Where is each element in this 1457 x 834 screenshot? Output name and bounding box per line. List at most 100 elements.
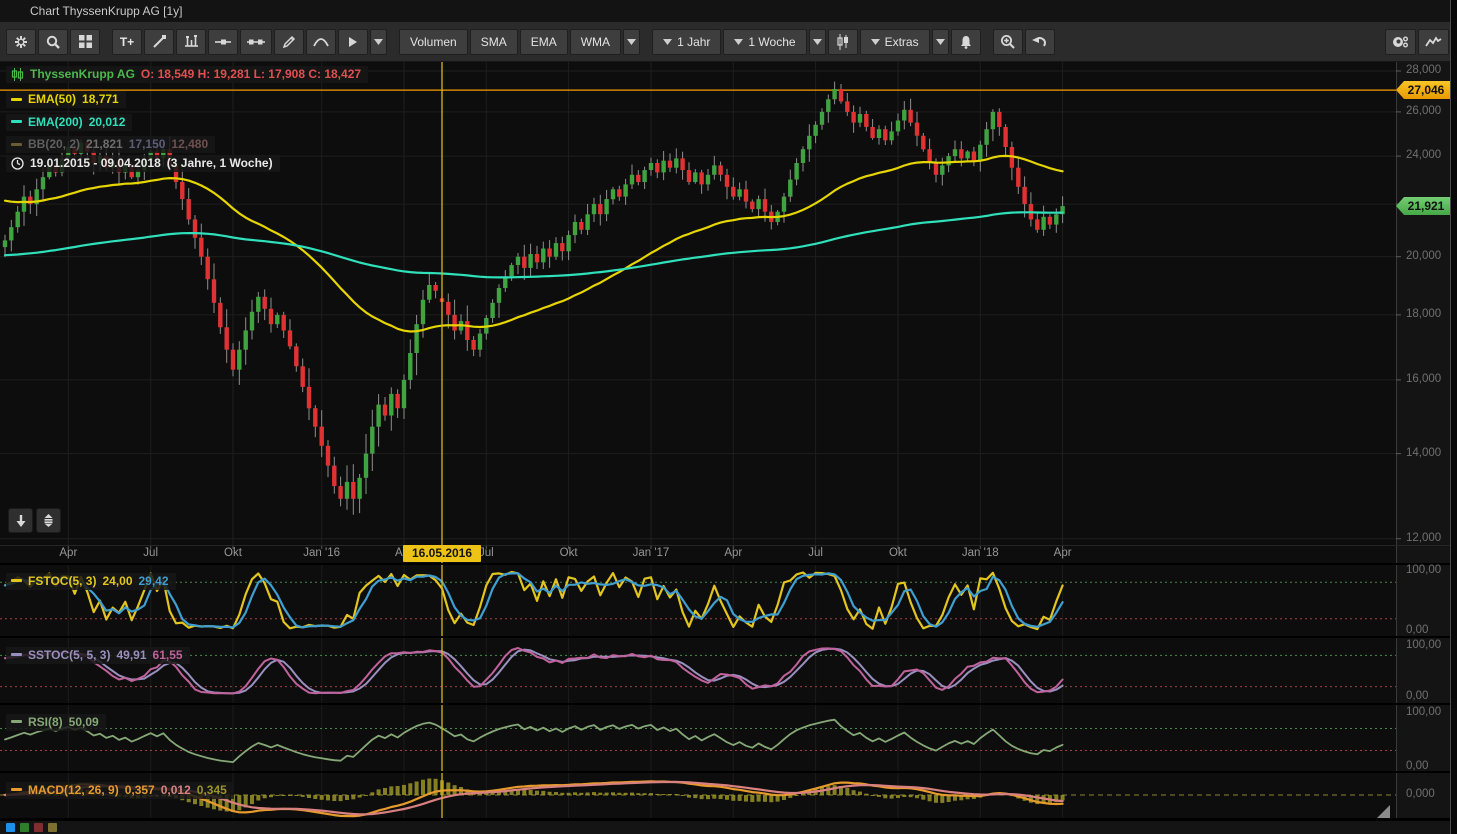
panel-resize-button[interactable]	[36, 508, 61, 533]
ema200-label: EMA(200)	[28, 115, 83, 129]
interval-dropdown[interactable]	[809, 29, 826, 55]
ema-button[interactable]: EMA	[520, 29, 568, 55]
legend-range-row[interactable]: 19.01.2015 - 09.04.2018 (3 Jahre, 1 Woch…	[6, 155, 280, 172]
toolbar-group-draw: T+	[112, 29, 387, 55]
sstoc-axis-min: 0,00	[1406, 690, 1428, 702]
fstoc-axis-max: 100,00	[1406, 564, 1441, 576]
time-axis-label: Okt	[539, 547, 599, 559]
layout-grid-icon	[79, 35, 92, 48]
toolbar-group-right	[1385, 29, 1449, 55]
fstoc-value-1: 24,00	[102, 574, 132, 588]
interval-button[interactable]: 1 Woche	[723, 29, 806, 55]
arrow-down-icon	[15, 515, 27, 527]
interval-label: 1 Woche	[748, 35, 795, 49]
levels-tool-button[interactable]	[176, 29, 206, 55]
legend-ema200-row[interactable]: EMA(200) 20,012	[6, 114, 132, 131]
time-axis-label: Jul	[121, 547, 181, 559]
play-arrow-icon	[348, 36, 358, 48]
expand-panels-icon	[42, 514, 55, 527]
legend-ema50-row[interactable]: EMA(50) 18,771	[6, 91, 126, 108]
ema50-swatch	[11, 98, 22, 101]
search-icon	[46, 35, 60, 49]
panel-separator[interactable]	[0, 771, 1457, 773]
sma-button[interactable]: SMA	[470, 29, 518, 55]
hline-tool-button[interactable]	[208, 29, 238, 55]
panel-indicator-dot-blue[interactable]	[6, 823, 15, 832]
gear-icon	[14, 35, 28, 49]
sstoc-value-2: 61,55	[153, 648, 183, 662]
panel-separator[interactable]	[0, 563, 1457, 565]
wma-button[interactable]: WMA	[570, 29, 621, 55]
extras-button[interactable]: Extras	[860, 29, 930, 55]
linechart-view-button[interactable]	[1418, 29, 1449, 55]
toolbar-group-period: 1 Jahr 1 Woche Extras	[652, 29, 981, 55]
layout-button[interactable]	[70, 29, 100, 55]
macd-legend[interactable]: MACD(12, 26, 9) 0,357 0,012 0,345	[6, 778, 234, 799]
indicators-dropdown[interactable]	[623, 29, 640, 55]
panel-indicator-dot-olive[interactable]	[48, 823, 57, 832]
search-button[interactable]	[38, 29, 68, 55]
rsi-swatch	[11, 720, 22, 723]
price-axis-label: 16,000	[1406, 373, 1441, 385]
volume-button[interactable]: Volumen	[399, 29, 468, 55]
chart-legend: ThyssenKrupp AG O: 18,549 H: 19,281 L: 1…	[6, 66, 368, 177]
trendline-tool-button[interactable]	[144, 29, 174, 55]
sstoc-legend[interactable]: SSTOC(5, 5, 3) 49,91 61,55	[6, 643, 190, 664]
chevron-down-icon	[813, 39, 822, 45]
freehand-tool-button[interactable]	[274, 29, 304, 55]
chart-application-window: Chart ThyssenKrupp AG [1y] T+	[0, 0, 1457, 834]
macd-swatch	[11, 788, 22, 791]
legend-symbol-row[interactable]: ThyssenKrupp AG O: 18,549 H: 19,281 L: 1…	[6, 66, 368, 83]
chevron-down-icon	[871, 39, 880, 45]
macd-value-2: 0,012	[161, 783, 191, 797]
period-button[interactable]: 1 Jahr	[652, 29, 721, 55]
window-right-edge	[1450, 0, 1457, 834]
fstoc-label: FSTOC(5, 3)	[28, 574, 96, 588]
chart-type-button[interactable]	[828, 29, 858, 55]
axis-separator	[0, 545, 1457, 546]
fstoc-axis-min: 0,00	[1406, 624, 1428, 636]
macd-value-1: 0,357	[125, 783, 155, 797]
extras-dropdown[interactable]	[932, 29, 949, 55]
price-axis-label: 24,000	[1406, 149, 1441, 161]
time-axis-label: Jul	[786, 547, 846, 559]
time-axis-label: Jan '18	[950, 547, 1010, 559]
rsi-legend[interactable]: RSI(8) 50,09	[6, 710, 106, 731]
time-axis-label: Okt	[868, 547, 928, 559]
panel-separator[interactable]	[0, 703, 1457, 705]
legend-ohlc: O: 18,549 H: 19,281 L: 17,908 C: 18,427	[141, 67, 361, 81]
settings-button[interactable]	[6, 29, 36, 55]
bb-middle-value: 17,150	[129, 137, 166, 151]
bubbles-icon	[1392, 35, 1409, 49]
fstoc-legend[interactable]: FSTOC(5, 3) 24,00 29,42	[6, 569, 176, 590]
panel-indicator-dot-green[interactable]	[20, 823, 29, 832]
ema200-swatch	[11, 120, 22, 123]
chevron-down-icon	[936, 39, 945, 45]
legend-bb-row[interactable]: BB(20, 2) 21,821 17,150 12,480	[6, 136, 215, 153]
bubbles-view-button[interactable]	[1385, 29, 1416, 55]
zoom-in-button[interactable]	[993, 29, 1023, 55]
hray-tool-button[interactable]	[240, 29, 272, 55]
alarm-price-tag[interactable]: 27,046	[1396, 81, 1452, 99]
draw-tools-dropdown[interactable]	[370, 29, 387, 55]
toolbar-group-zoom	[993, 29, 1055, 55]
arrow-tool-button[interactable]	[338, 29, 368, 55]
pencil-icon	[282, 35, 296, 49]
fstoc-value-2: 29,42	[139, 574, 169, 588]
undo-button[interactable]	[1025, 29, 1055, 55]
arc-icon	[313, 36, 329, 48]
time-axis-label: Apr	[38, 547, 98, 559]
legend-symbol: ThyssenKrupp AG	[30, 67, 135, 81]
undo-icon	[1032, 35, 1047, 48]
sstoc-label: SSTOC(5, 5, 3)	[28, 648, 110, 662]
panel-separator[interactable]	[0, 636, 1457, 638]
panel-resize-handle[interactable]	[1377, 805, 1390, 818]
hline-marker-icon	[215, 38, 231, 46]
sstoc-value-1: 49,91	[116, 648, 146, 662]
period-label: 1 Jahr	[677, 35, 710, 49]
panel-indicator-dot-red[interactable]	[34, 823, 43, 832]
scroll-down-button[interactable]	[8, 508, 33, 533]
arc-tool-button[interactable]	[306, 29, 336, 55]
text-tool-button[interactable]: T+	[112, 29, 142, 55]
alarm-button[interactable]	[951, 29, 981, 55]
